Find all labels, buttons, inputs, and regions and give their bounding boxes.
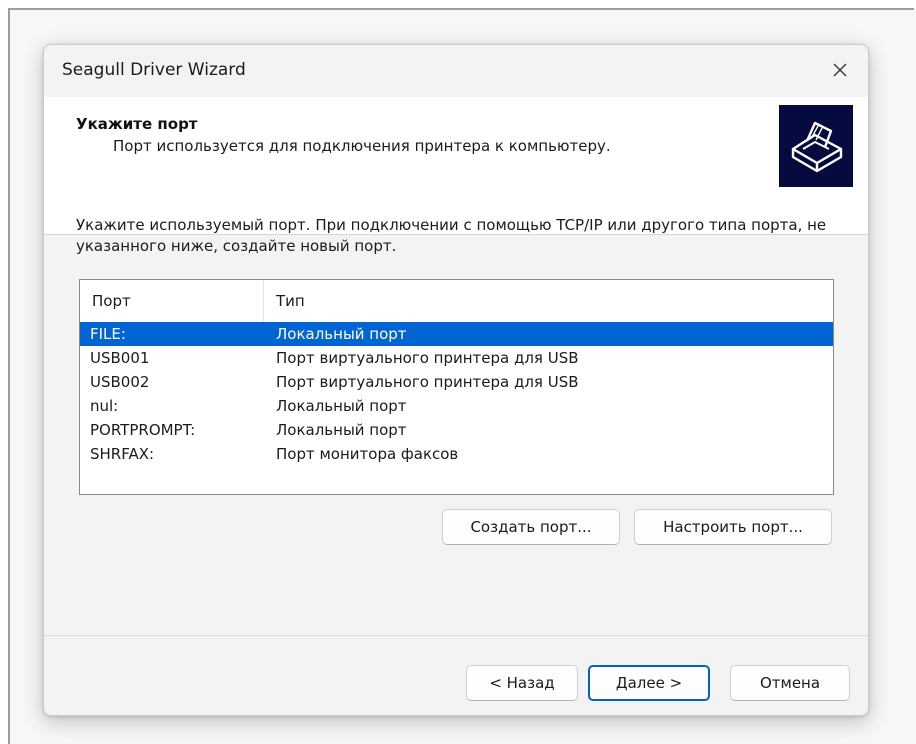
port-type: Локальный порт [276, 421, 407, 439]
window-title: Seagull Driver Wizard [62, 60, 246, 80]
instruction-text: Укажите используемый порт. При подключен… [76, 216, 827, 255]
create-port-button[interactable]: Создать порт... [442, 509, 620, 545]
port-list[interactable]: Порт Тип FILE: Локальный порт USB001 Пор… [79, 279, 834, 495]
port-type: Порт виртуального принтера для USB [276, 349, 579, 367]
title-bar: Seagull Driver Wizard [44, 45, 868, 97]
close-button[interactable] [812, 45, 868, 95]
wizard-dialog: Seagull Driver Wizard Укажите порт Порт … [43, 44, 869, 716]
port-type: Локальный порт [276, 397, 407, 415]
port-name: PORTPROMPT: [90, 421, 196, 439]
next-button[interactable]: Далее > [588, 665, 710, 701]
back-button[interactable]: < Назад [466, 665, 578, 701]
port-type: Локальный порт [276, 325, 407, 343]
port-name: nul: [90, 397, 119, 415]
header-title: Укажите порт [76, 115, 198, 133]
port-name: USB002 [90, 373, 150, 391]
port-type: Порт монитора факсов [276, 445, 459, 463]
port-name: USB001 [90, 349, 150, 367]
list-header: Порт Тип [80, 280, 833, 322]
list-item[interactable]: USB001 Порт виртуального принтера для US… [80, 346, 833, 370]
list-item[interactable]: SHRFAX: Порт монитора факсов [80, 442, 833, 466]
header-subtitle: Порт используется для подключения принте… [113, 137, 611, 155]
list-item[interactable]: nul: Локальный порт [80, 394, 833, 418]
port-name: FILE: [90, 325, 126, 343]
list-item[interactable]: USB002 Порт виртуального принтера для US… [80, 370, 833, 394]
list-item[interactable]: PORTPROMPT: Локальный порт [80, 418, 833, 442]
cancel-button[interactable]: Отмена [730, 665, 850, 701]
port-type: Порт виртуального принтера для USB [276, 373, 579, 391]
configure-port-button[interactable]: Настроить порт... [634, 509, 832, 545]
column-header-port[interactable]: Порт [80, 280, 264, 322]
footer-divider [44, 635, 868, 636]
list-item[interactable]: FILE: Локальный порт [80, 322, 833, 346]
port-name: SHRFAX: [90, 445, 155, 463]
printer-icon [779, 105, 853, 187]
column-header-type[interactable]: Тип [264, 280, 824, 322]
close-icon [833, 63, 847, 77]
